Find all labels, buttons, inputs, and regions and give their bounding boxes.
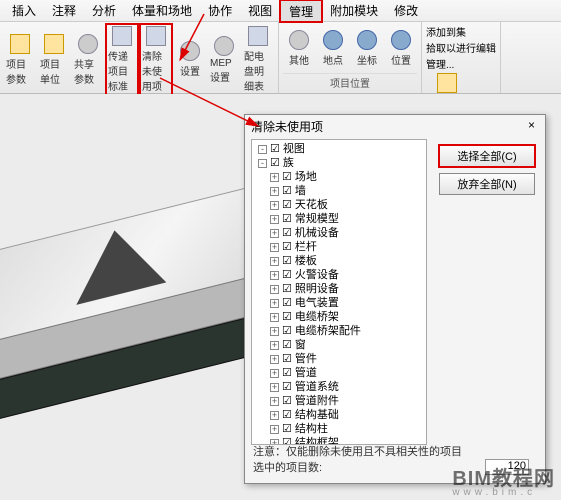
close-icon[interactable]: × [524, 118, 539, 135]
tree-node[interactable]: +☑ 楼板 [254, 254, 424, 268]
gear-icon [214, 36, 234, 56]
deselect-all-button[interactable]: 放弃全部(N) [439, 173, 535, 195]
ribbon-btn-project-params[interactable]: 项目参数 [4, 24, 36, 95]
menu-item[interactable]: 修改 [386, 0, 426, 21]
quick-item[interactable]: 管理... [426, 56, 496, 71]
doc-icon [248, 26, 268, 46]
doc-icon [146, 26, 166, 46]
ribbon-btn-position[interactable]: 位置 [385, 24, 417, 73]
globe-icon [323, 30, 343, 50]
ribbon: 项目参数 项目单位 共享参数 传递项目标准 清除未使用项 设置 MEP设置 配电… [0, 22, 561, 94]
gear-icon [78, 34, 98, 54]
ribbon-btn-settings[interactable]: 设置 [174, 24, 206, 95]
quick-item[interactable]: 添加到集 [426, 24, 496, 39]
tree-node[interactable]: +☑ 照明设备 [254, 282, 424, 296]
tree-node[interactable]: +☑ 墙 [254, 184, 424, 198]
tree-node[interactable]: +☑ 管道 [254, 366, 424, 380]
tree-node[interactable]: +☑ 机械设备 [254, 226, 424, 240]
menu-item[interactable]: 协作 [200, 0, 240, 21]
menu-item[interactable]: 注释 [44, 0, 84, 21]
ribbon-btn-panel-schedule[interactable]: 配电盘明细表 [242, 24, 274, 95]
house-icon [44, 34, 64, 54]
doc-icon [112, 26, 132, 46]
ribbon-btn-project-units[interactable]: 项目单位 [38, 24, 70, 95]
gear-icon [180, 41, 200, 61]
menu-item[interactable]: 插入 [4, 0, 44, 21]
menu-item[interactable]: 体量和场地 [124, 0, 200, 21]
ribbon-group-design-options: 添加到集 拾取以进行编辑 管理... 主模型 设计选项 [422, 22, 501, 93]
tree-node[interactable]: +☑ 窗 [254, 338, 424, 352]
purge-unused-dialog: 清除未使用项 × -☑ 视图 -☑ 族 +☑ 场地+☑ 墙+☑ 天花板+☑ 常规… [244, 114, 546, 484]
tree-node[interactable]: +☑ 结构柱 [254, 422, 424, 436]
tree-node[interactable]: +☑ 管道系统 [254, 380, 424, 394]
tree-node[interactable]: +☑ 场地 [254, 170, 424, 184]
tree-node[interactable]: +☑ 管件 [254, 352, 424, 366]
house-icon [10, 34, 30, 54]
ribbon-group-settings: 项目参数 项目单位 共享参数 传递项目标准 清除未使用项 设置 MEP设置 配电… [0, 22, 279, 93]
menu-item-manage[interactable]: 管理 [280, 0, 322, 22]
tree-node[interactable]: +☑ 天花板 [254, 198, 424, 212]
watermark: BIM教程网 www.bim.c [452, 462, 555, 498]
tree-node-views[interactable]: -☑ 视图 [254, 142, 424, 156]
tree-node[interactable]: +☑ 火警设备 [254, 268, 424, 282]
dialog-titlebar[interactable]: 清除未使用项 × [245, 115, 545, 138]
tree-node[interactable]: +☑ 常规模型 [254, 212, 424, 226]
ribbon-btn-mep-settings[interactable]: MEP设置 [208, 24, 240, 95]
dialog-note: 注意：仅能删除未使用且不具相关性的项目 [253, 443, 462, 459]
select-all-button[interactable]: 选择全部(C) [439, 145, 535, 167]
tree-node-families[interactable]: -☑ 族 [254, 156, 424, 170]
ribbon-btn-site[interactable]: 地点 [317, 24, 349, 73]
menu-item[interactable]: 附加模块 [322, 0, 386, 21]
menu-item[interactable]: 视图 [240, 0, 280, 21]
ribbon-btn-coords[interactable]: 坐标 [351, 24, 383, 73]
ribbon-group-location: 其他 地点 坐标 位置 项目位置 [279, 22, 422, 93]
dialog-tree[interactable]: -☑ 视图 -☑ 族 +☑ 场地+☑ 墙+☑ 天花板+☑ 常规模型+☑ 机械设备… [251, 139, 427, 445]
tree-node[interactable]: +☑ 栏杆 [254, 240, 424, 254]
house-icon [437, 73, 457, 93]
ribbon-btn-other[interactable]: 其他 [283, 24, 315, 73]
selected-count-label: 选中的项目数: [253, 459, 322, 475]
globe-icon [391, 30, 411, 50]
ribbon-btn-shared-params[interactable]: 共享参数 [72, 24, 104, 95]
tree-node[interactable]: +☑ 管道附件 [254, 394, 424, 408]
dialog-title: 清除未使用项 [251, 118, 323, 135]
gear-icon [289, 30, 309, 50]
ribbon-btn-purge-unused[interactable]: 清除未使用项 [140, 24, 172, 95]
tree-node[interactable]: +☑ 结构基础 [254, 408, 424, 422]
tree-node[interactable]: +☑ 电缆桥架配件 [254, 324, 424, 338]
quick-item[interactable]: 拾取以进行编辑 [426, 40, 496, 55]
ribbon-group-label: 项目位置 [283, 73, 417, 91]
tree-node[interactable]: +☑ 电气装置 [254, 296, 424, 310]
globe-icon [357, 30, 377, 50]
ribbon-btn-transfer-standards[interactable]: 传递项目标准 [106, 24, 138, 95]
menu-bar: 插入 注释 分析 体量和场地 协作 视图 管理 附加模块 修改 [0, 0, 561, 22]
menu-item[interactable]: 分析 [84, 0, 124, 21]
tree-node[interactable]: +☑ 电缆桥架 [254, 310, 424, 324]
